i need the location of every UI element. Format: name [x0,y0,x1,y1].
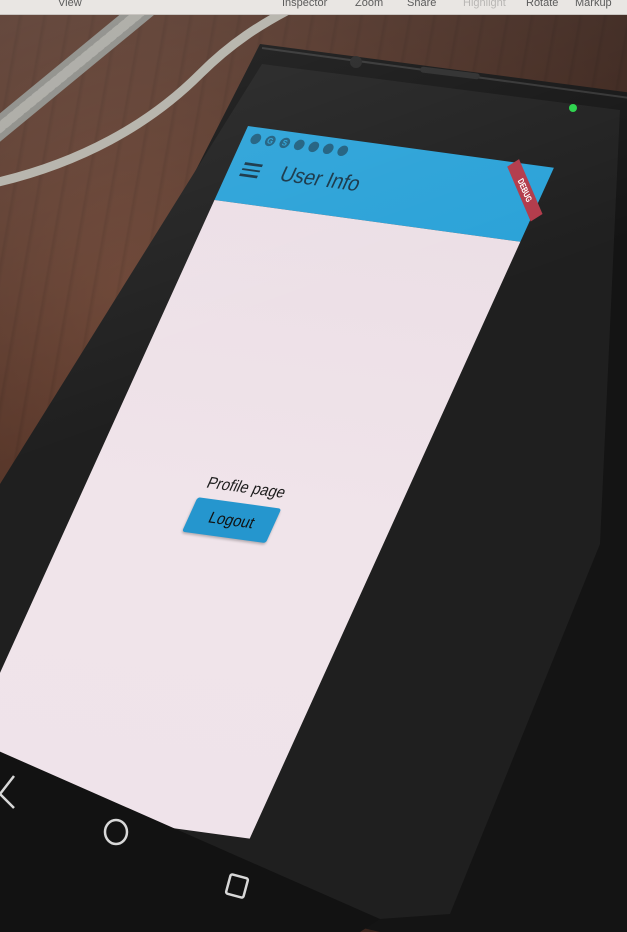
toolbar-zoom[interactable]: Zoom [355,0,383,9]
toolbar-share[interactable]: Share [407,0,436,9]
notification-led-icon [569,104,577,112]
photo-viewer: View Inspector Zoom Share Highlight Rota… [0,0,627,932]
toolbar-highlight[interactable]: Highlight [463,0,506,9]
bottom-bezel [0,751,380,932]
viewer-toolbar: View Inspector Zoom Share Highlight Rota… [0,0,627,15]
toolbar-markup[interactable]: Markup [575,0,612,9]
toolbar-view[interactable]: View [58,0,82,9]
toolbar-rotate[interactable]: Rotate [526,0,558,9]
photograph: G S User Info DEBUG Profile page Logout [0,14,627,932]
toolbar-inspector[interactable]: Inspector [282,0,327,9]
phone-overlay [0,104,577,932]
